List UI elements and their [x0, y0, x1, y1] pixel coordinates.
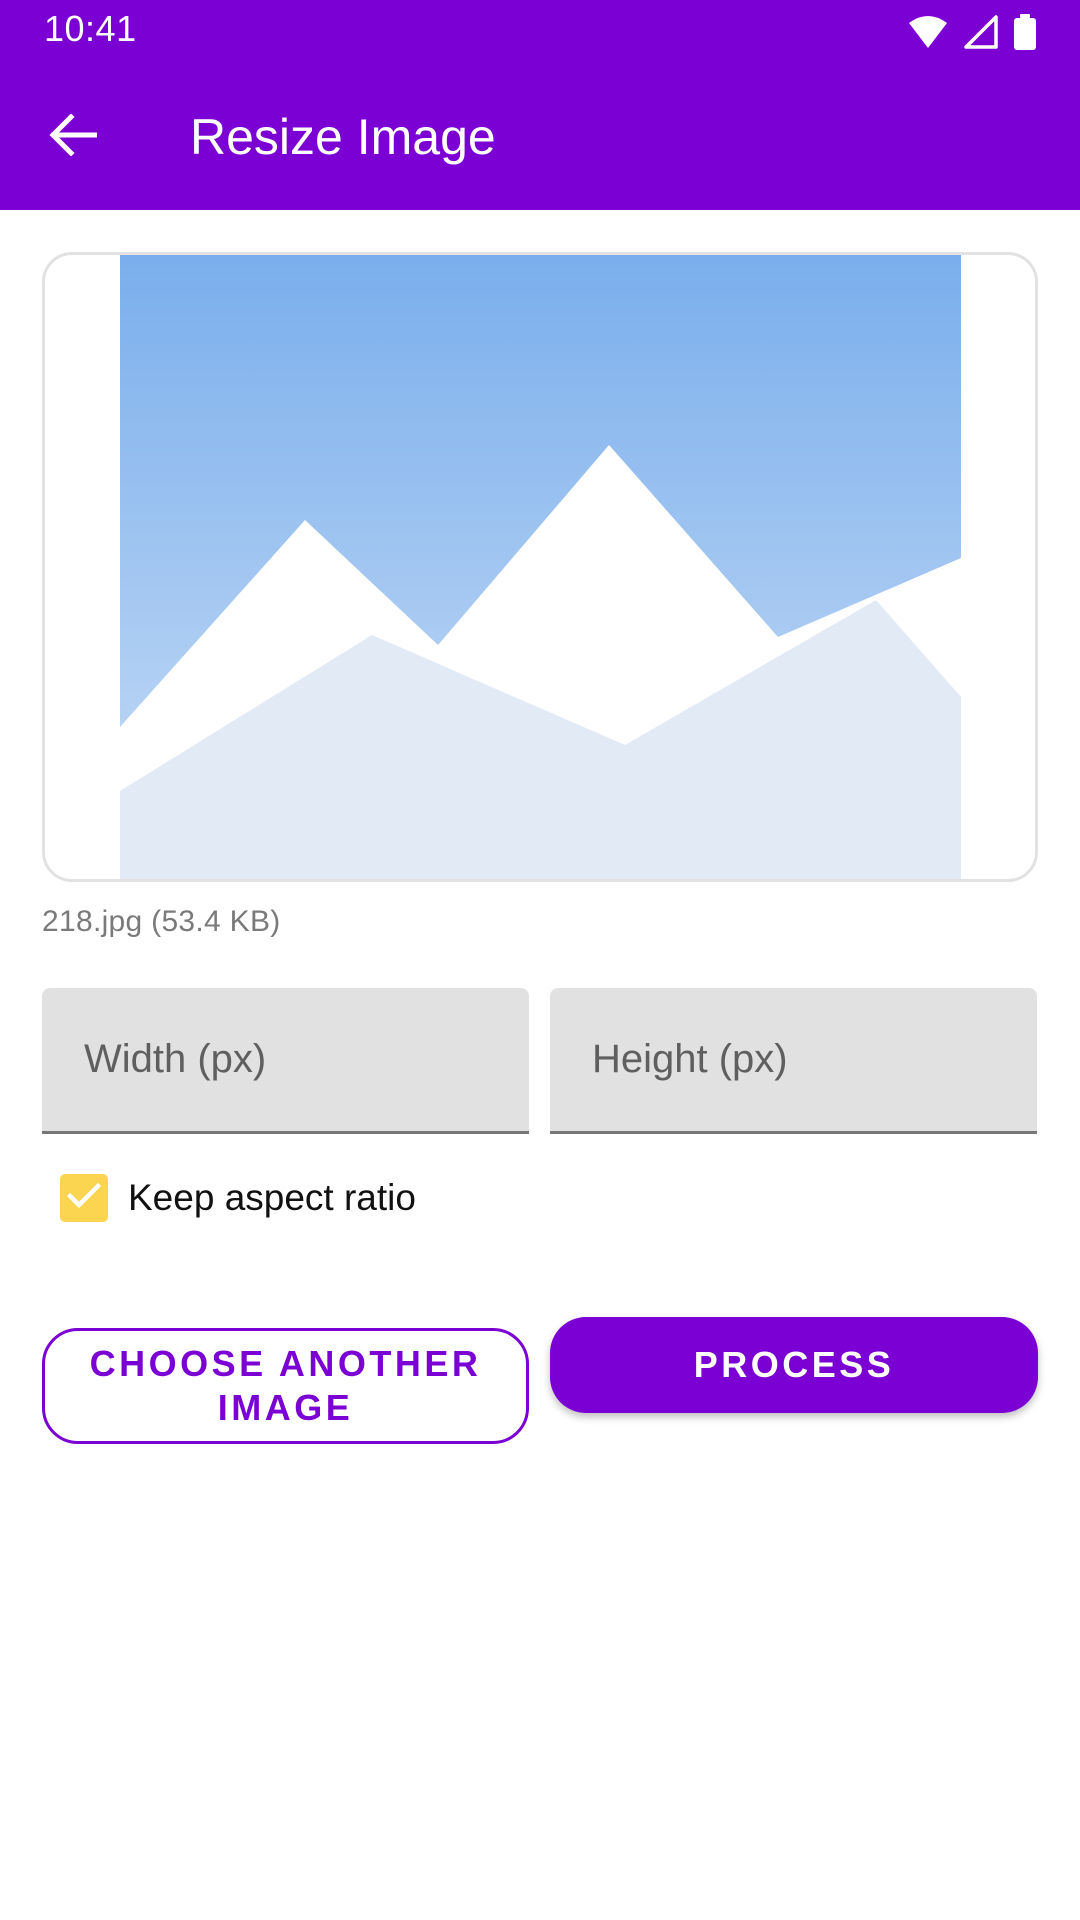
back-button[interactable]	[36, 100, 110, 174]
height-field[interactable]	[550, 988, 1037, 1134]
checkmark-icon	[66, 1182, 102, 1215]
width-field[interactable]	[42, 988, 529, 1134]
resize-image-screen: 10:41 Resize Image 218.jpg (53.4 KB) Wid…	[0, 0, 1080, 1920]
keep-aspect-ratio-label: Keep aspect ratio	[128, 1177, 416, 1218]
choose-another-image-label: CHOOSE ANOTHER IMAGE	[89, 1343, 482, 1428]
process-button[interactable]: PROCESS	[550, 1317, 1038, 1413]
status-icons	[908, 12, 1036, 52]
height-input[interactable]	[550, 988, 1037, 1131]
file-info: 218.jpg (53.4 KB)	[42, 905, 281, 938]
keep-aspect-ratio-checkbox[interactable]	[60, 1174, 108, 1222]
process-label: PROCESS	[693, 1344, 895, 1385]
battery-icon	[1014, 14, 1036, 50]
status-time: 10:41	[44, 8, 137, 49]
arrow-back-icon	[49, 112, 98, 161]
choose-another-image-button[interactable]: CHOOSE ANOTHER IMAGE	[42, 1328, 529, 1444]
app-bar: 10:41 Resize Image	[0, 0, 1080, 210]
page-title: Resize Image	[190, 109, 496, 165]
signal-icon	[964, 15, 998, 49]
image-placeholder-icon	[120, 255, 961, 879]
wifi-icon	[908, 15, 948, 49]
keep-aspect-ratio-option[interactable]: Keep aspect ratio	[60, 1173, 416, 1223]
width-input[interactable]	[42, 988, 529, 1131]
image-preview	[42, 252, 1038, 882]
